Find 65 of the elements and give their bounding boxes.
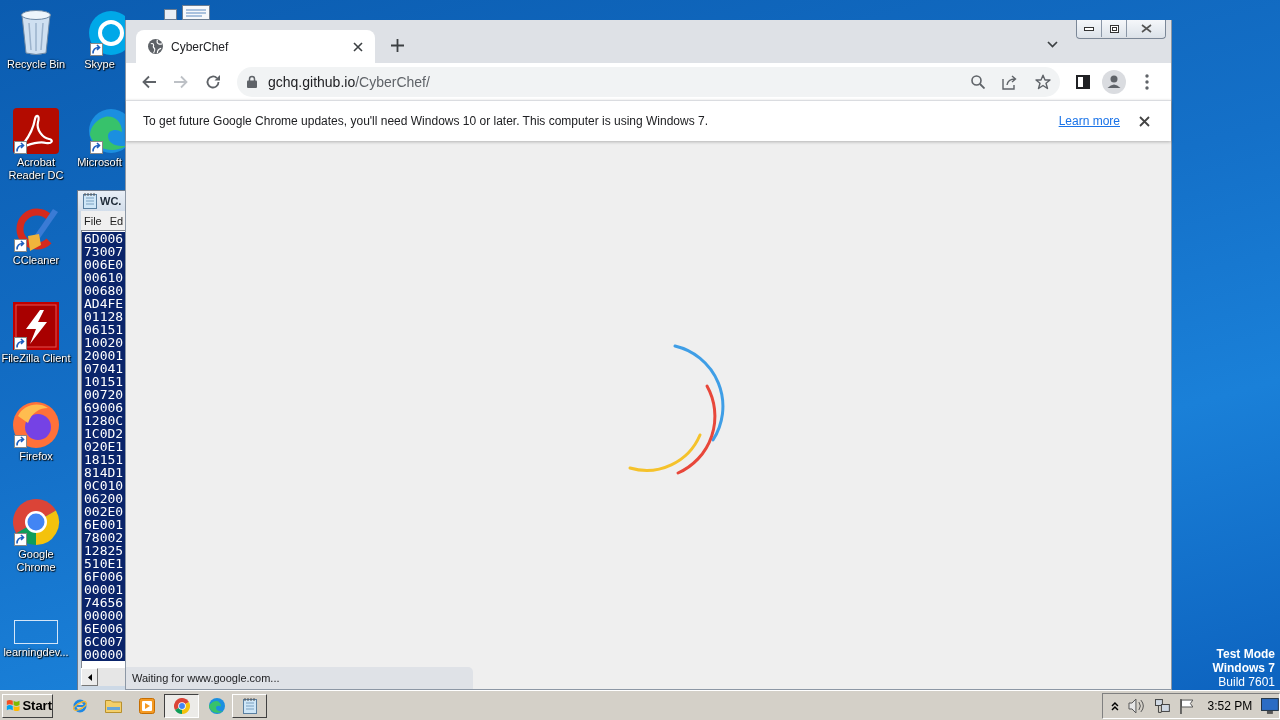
- close-icon: [1140, 24, 1152, 33]
- horizontal-scrollbar[interactable]: [81, 668, 125, 686]
- window-title: WC.: [100, 195, 122, 207]
- scroll-left-button[interactable]: [81, 668, 98, 686]
- address-field[interactable]: gchq.github.io/CyberChef/: [237, 66, 1060, 97]
- clock-text[interactable]: 3:52 PM: [1207, 698, 1253, 713]
- logo-flag-icon: [6, 698, 21, 713]
- restore-icon: [1109, 24, 1119, 33]
- segmented-circle-icon[interactable]: [12, 498, 60, 546]
- test-mode-label: Test Mode: [1215, 647, 1275, 661]
- build-number-label: Build 7601: [1217, 675, 1275, 689]
- search-icon[interactable]: [971, 74, 985, 89]
- icon-label[interactable]: learningdev...: [3, 646, 69, 659]
- close-icon[interactable]: [1139, 115, 1150, 127]
- restore-button[interactable]: [1101, 20, 1126, 37]
- swirl-tile-icon[interactable]: [13, 108, 59, 154]
- taskbar-button[interactable]: [164, 693, 199, 718]
- icon-label[interactable]: Acrobat Reader DC: [1, 156, 71, 182]
- brush-icon[interactable]: [13, 206, 59, 252]
- minimize-button[interactable]: [1077, 20, 1101, 37]
- icon-label[interactable]: FileZilla Client: [1, 352, 71, 365]
- avatar-icon[interactable]: [1102, 69, 1126, 94]
- lock-icon: [247, 75, 257, 88]
- arrow-left-icon[interactable]: [141, 73, 157, 90]
- blank-frame-icon[interactable]: [14, 620, 58, 644]
- close-icon[interactable]: [353, 41, 363, 52]
- start-button[interactable]: Start: [2, 693, 53, 718]
- reload-icon[interactable]: [205, 73, 221, 90]
- share-icon[interactable]: [1002, 73, 1018, 90]
- play-icon[interactable]: [139, 697, 155, 714]
- network-icon[interactable]: [1153, 697, 1170, 714]
- icon-label[interactable]: Microsoft: [77, 156, 122, 169]
- menu-item[interactable]: Ed: [109, 214, 124, 227]
- text-area[interactable]: 6D006 73007 006E0 00610 00680 AD4FE 01128 06151 10020 20001 07041 10151 00720 69006 1280C 1C0D2 020E1 18151 814D1 0C010 06200 002E0 6E001 78002 12825 510E1 6F006 00001 74656 00000 6E006 6C007 00000: [81, 230, 125, 668]
- icon-label[interactable]: Skype: [84, 58, 115, 71]
- monitor-icon[interactable]: [1261, 697, 1279, 714]
- icon-label[interactable]: Firefox: [19, 450, 53, 463]
- plus-icon[interactable]: [391, 39, 404, 52]
- os-name-label: Windows 7: [1212, 661, 1275, 675]
- side-panel-icon[interactable]: [1076, 74, 1090, 89]
- infobar-message: To get future Google Chrome updates, you'll need Windows 10 or later. This computer is using Windows 7.: [143, 114, 709, 128]
- orb-icon[interactable]: [13, 402, 59, 448]
- icon-label[interactable]: CCleaner: [12, 254, 60, 267]
- icon-label[interactable]: Google Chrome: [1, 548, 71, 574]
- globe-icon: [148, 39, 163, 54]
- menu-icon[interactable]: [1145, 73, 1149, 90]
- learn-more-link[interactable]: Learn more: [1058, 114, 1120, 128]
- bolt-tile-icon[interactable]: [13, 302, 59, 350]
- minimize-icon: [1084, 26, 1094, 31]
- star-icon[interactable]: [1035, 73, 1051, 90]
- menu-item[interactable]: File: [84, 214, 102, 227]
- speaker-icon[interactable]: [1127, 697, 1146, 714]
- close-button[interactable]: [1126, 20, 1165, 37]
- triangle-left-icon: [87, 673, 92, 681]
- trash-bin-icon[interactable]: [20, 10, 52, 56]
- status-bubble: Waiting for www.google.com...: [126, 667, 473, 689]
- tab[interactable]: CyberChef: [136, 30, 375, 63]
- chevron-down-icon[interactable]: [1047, 41, 1058, 48]
- icon-label[interactable]: Recycle Bin: [6, 58, 66, 71]
- notepad-icon: [83, 193, 97, 209]
- segmented-circle-icon: [173, 697, 190, 714]
- flag-icon[interactable]: [1178, 697, 1194, 714]
- document-icon[interactable]: [164, 5, 210, 20]
- notepad-icon: [242, 697, 257, 714]
- chevrons-up-icon[interactable]: [1111, 700, 1119, 711]
